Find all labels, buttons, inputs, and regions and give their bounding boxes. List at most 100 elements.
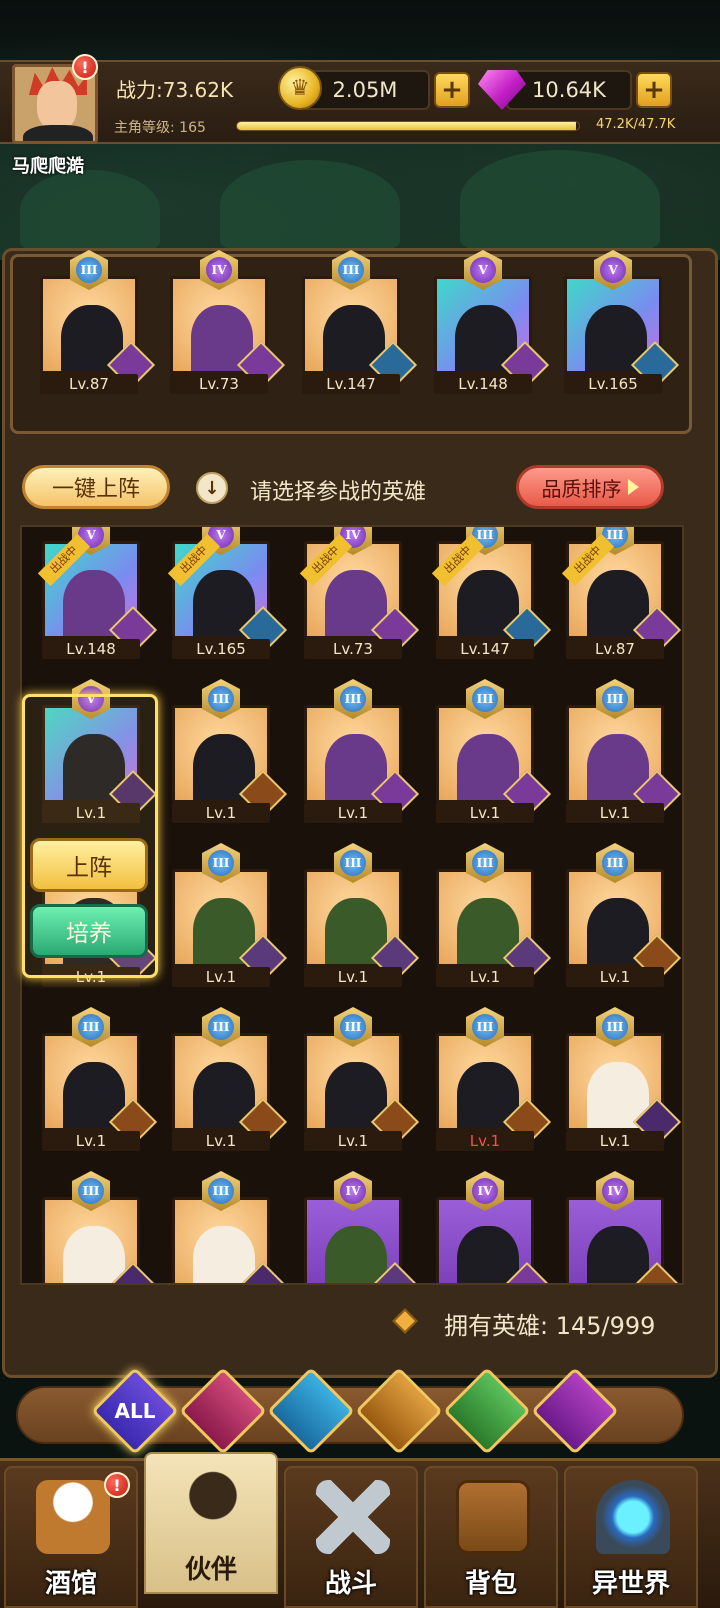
hero-card[interactable]: III Lv.147 — [298, 250, 418, 400]
hero-level: Lv.165 — [172, 639, 270, 659]
hero-silhouette — [193, 1226, 255, 1283]
nav-tab-portal[interactable]: 异世界 — [564, 1466, 698, 1608]
rank-numeral: III — [602, 686, 628, 712]
gold-amount: 2.05M — [332, 78, 398, 102]
hero-level: Lv.1 — [172, 967, 270, 987]
hero-card[interactable]: III Lv.1 — [300, 843, 420, 993]
hero-card[interactable]: III — [38, 1171, 158, 1283]
hero-card[interactable]: III Lv.1 — [432, 1007, 552, 1157]
gem-amount: 10.64K — [532, 78, 606, 102]
hero-card[interactable]: III Lv.1 — [300, 1007, 420, 1157]
hero-card[interactable]: III Lv.1 — [300, 679, 420, 829]
hero-level: Lv.147 — [436, 639, 534, 659]
nav-tab-crossed-swords[interactable]: 战斗 — [284, 1466, 418, 1608]
play-arrow-icon — [627, 479, 639, 495]
nav-label: 异世界 — [591, 1569, 670, 1599]
hero-level: Lv.148 — [42, 639, 140, 659]
hero-card[interactable]: III Lv.87 — [36, 250, 156, 400]
rank-numeral: III — [208, 850, 234, 876]
hero-card[interactable]: III Lv.1 — [168, 679, 288, 829]
hero-level: Lv.1 — [304, 1131, 402, 1151]
portal-icon — [596, 1480, 670, 1554]
hero-card[interactable]: V Lv.165 — [560, 250, 680, 400]
hero-card[interactable]: IV — [300, 1171, 420, 1283]
hero-silhouette — [325, 1226, 387, 1283]
player-name: 马爬爬澔 — [12, 156, 84, 177]
hero-level: Lv.1 — [172, 1131, 270, 1151]
hero-level: Lv.1 — [304, 967, 402, 987]
nav-tab-beer-mug[interactable]: 酒馆! — [4, 1466, 138, 1608]
nav-tab-partner[interactable]: 伙伴 — [144, 1452, 278, 1594]
gem-display: 10.64K — [506, 70, 632, 110]
rank-numeral: IV — [472, 1178, 498, 1204]
hero-card[interactable]: III Lv.1 — [168, 1007, 288, 1157]
select-hero-hint: 请选择参战的英雄 — [250, 480, 427, 505]
rank-numeral: IV — [602, 1178, 628, 1204]
rank-numeral: III — [340, 1014, 366, 1040]
rank-numeral: III — [472, 686, 498, 712]
hero-card[interactable]: III — [168, 1171, 288, 1283]
hero-level: Lv.1 — [436, 967, 534, 987]
hero-card[interactable]: V Lv.148 — [430, 250, 550, 400]
hero-card[interactable]: III Lv.1 — [38, 1007, 158, 1157]
quality-sort-button[interactable]: 品质排序 — [516, 465, 664, 509]
rank-numeral: III — [78, 1014, 104, 1040]
hero-card[interactable]: III Lv.1 — [168, 843, 288, 993]
rank-numeral: V — [470, 257, 496, 283]
hero-card[interactable]: III Lv.1 — [562, 843, 682, 993]
rank-numeral: III — [340, 686, 366, 712]
hero-card[interactable]: IV — [432, 1171, 552, 1283]
hero-card[interactable]: V Lv.165 出战中 — [167, 527, 288, 665]
rank-numeral: IV — [340, 1178, 366, 1204]
hero-card[interactable]: V Lv.148 出战中 — [37, 527, 158, 665]
nav-label: 战斗 — [324, 1569, 377, 1599]
hero-card[interactable]: IV Lv.73 出战中 — [299, 527, 420, 665]
hero-level: Lv.87 — [566, 639, 664, 659]
rank-numeral: V — [600, 257, 626, 283]
hero-card[interactable]: IV — [562, 1171, 682, 1283]
xp-progress-bar — [236, 121, 580, 131]
rank-numeral: III — [76, 257, 102, 283]
hero-level: Lv.1 — [566, 967, 664, 987]
avatar-alert-badge: ! — [72, 54, 98, 80]
nav-label: 伙伴 — [184, 1555, 237, 1585]
rank-numeral: IV — [206, 257, 232, 283]
add-gold-button[interactable]: + — [434, 72, 470, 108]
hero-card[interactable]: III Lv.1 — [562, 1007, 682, 1157]
rank-numeral: III — [338, 257, 364, 283]
partner-icon — [176, 1466, 250, 1540]
nav-label: 背包 — [464, 1569, 517, 1599]
hero-card[interactable]: III Lv.1 — [432, 679, 552, 829]
hero-level: Lv.73 — [170, 374, 268, 394]
hero-card[interactable]: III Lv.87 出战中 — [561, 527, 682, 665]
filter-all-label: ALL — [114, 1399, 156, 1423]
rank-numeral: III — [208, 1178, 234, 1204]
rank-numeral: III — [208, 1014, 234, 1040]
nav-label: 酒馆 — [44, 1569, 97, 1599]
combat-power: 战力:73.62K — [116, 78, 234, 102]
rank-numeral: III — [602, 1014, 628, 1040]
train-button[interactable]: 培养 — [30, 904, 148, 958]
hero-level: Lv.1 — [566, 1131, 664, 1151]
rank-numeral: III — [472, 1014, 498, 1040]
one-click-deploy-button[interactable]: 一键上阵 — [22, 465, 170, 509]
hero-card[interactable]: III Lv.147 出战中 — [431, 527, 552, 665]
hero-card[interactable]: IV Lv.73 — [166, 250, 286, 400]
gold-coin-icon: ♛ — [278, 66, 322, 110]
chest-icon — [456, 1480, 530, 1554]
hero-level: Lv.1 — [436, 1131, 534, 1151]
owned-label: 拥有英雄: — [444, 1312, 549, 1340]
hero-card[interactable]: III Lv.1 — [562, 679, 682, 829]
beast-faction-icon — [371, 1383, 427, 1439]
add-gems-button[interactable]: + — [636, 72, 672, 108]
quality-sort-label: 品质排序 — [541, 476, 622, 501]
nav-tab-chest[interactable]: 背包 — [424, 1466, 558, 1608]
owned-heroes-count: 拥有英雄: 145/999 — [444, 1306, 655, 1341]
hero-card[interactable]: III Lv.1 — [432, 843, 552, 993]
deploy-button[interactable]: 上阵 — [30, 838, 148, 892]
hero-level: Lv.1 — [42, 1131, 140, 1151]
hero-level: Lv.165 — [564, 374, 662, 394]
rank-numeral: III — [602, 850, 628, 876]
owned-count: 145/999 — [555, 1312, 656, 1340]
crossed-swords-icon — [316, 1480, 390, 1554]
